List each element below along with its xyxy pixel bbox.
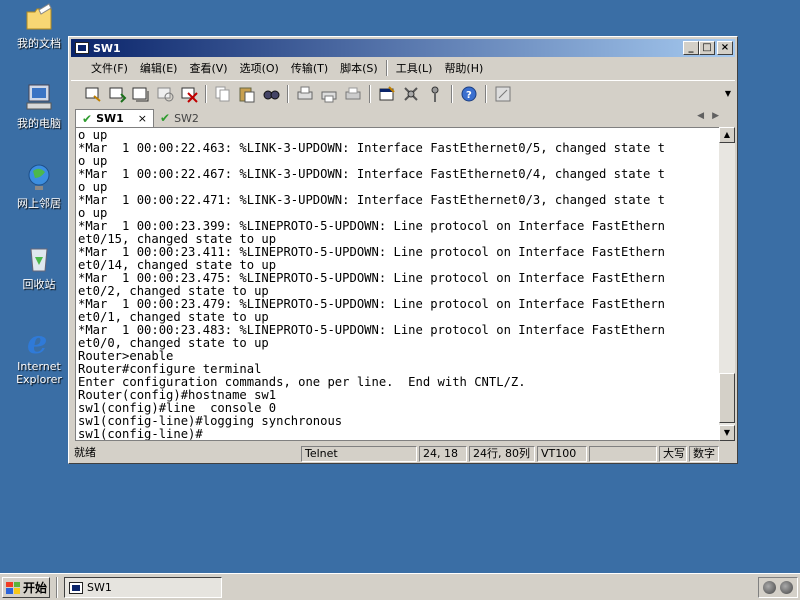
desktop-icon-my-documents[interactable]: 我的文档 <box>8 2 70 50</box>
quick-connect-icon[interactable] <box>107 84 127 104</box>
toolbar-separator <box>485 84 487 103</box>
disconnect-icon[interactable] <box>179 84 199 104</box>
desktop-icon-label: 我的文档 <box>17 37 61 50</box>
desktop-icon-label: 我的电脑 <box>17 117 61 130</box>
terminal-scrollbar[interactable]: ▲ ▼ <box>719 127 735 441</box>
status-caps: 大写 <box>659 446 687 462</box>
reconnect-icon[interactable] <box>155 84 175 104</box>
window-titlebar[interactable]: SW1 _ □ × <box>71 39 735 57</box>
scroll-down-arrow-icon[interactable]: ▼ <box>719 425 735 441</box>
taskbar: 开始 SW1 <box>0 573 800 600</box>
desktop-icon-recycle-bin[interactable]: 回收站 <box>8 243 70 291</box>
close-button[interactable]: × <box>717 41 733 55</box>
menu-view[interactable]: 查看(V) <box>183 58 233 78</box>
copy-icon[interactable] <box>213 84 233 104</box>
menubar: 文件(F) 编辑(E) 查看(V) 选项(O) 传输(T) 脚本(S) 工具(L… <box>71 58 735 78</box>
print-icon[interactable] <box>343 84 363 104</box>
windows-logo-icon <box>6 581 20 594</box>
status-ready: 就绪 <box>74 446 96 459</box>
status-protocol: Telnet <box>301 446 417 462</box>
status-num: 数字 <box>689 446 719 462</box>
start-button[interactable]: 开始 <box>2 577 50 598</box>
maximize-button[interactable]: □ <box>699 41 715 55</box>
find-icon[interactable] <box>261 84 281 104</box>
tab-sw1[interactable]: ✔ SW1 × <box>75 109 154 127</box>
tab-sw2[interactable]: ✔ SW2 <box>154 109 205 127</box>
desktop-icon-label: 网上邻居 <box>17 197 61 210</box>
desktop-icon-label: Internet Explorer <box>16 360 62 386</box>
terminal-app-icon <box>75 42 89 54</box>
recycle-bin-icon <box>23 243 55 275</box>
connect-icon[interactable] <box>83 84 103 104</box>
menu-transfer[interactable]: 传输(T) <box>285 58 334 78</box>
securecrt-window: SW1 _ □ × 文件(F) 编辑(E) 查看(V) 选项(O) 传输(T) … <box>68 36 738 464</box>
toolbar: ? ▼ <box>71 80 735 106</box>
scroll-up-arrow-icon[interactable]: ▲ <box>719 127 735 143</box>
tab-label: SW1 <box>96 112 124 125</box>
internet-explorer-icon: e <box>23 323 55 361</box>
network-status-icon[interactable] <box>780 581 793 594</box>
toolbar-separator <box>369 84 371 103</box>
network-places-icon <box>23 162 55 194</box>
my-documents-icon <box>23 2 55 34</box>
scrollbar-thumb[interactable] <box>719 373 735 423</box>
toolbar-separator <box>451 84 453 103</box>
paste-icon[interactable] <box>237 84 257 104</box>
taskbar-window-button[interactable]: SW1 <box>64 577 222 598</box>
status-emulation: VT100 <box>537 446 587 462</box>
toolbar-separator <box>205 84 207 103</box>
terminal-line: sw1(config-line)# <box>78 427 203 441</box>
session-tabs: ✔ SW1 × ✔ SW2 ◀▶ <box>71 108 735 127</box>
my-computer-icon <box>23 82 55 114</box>
close-tab-icon[interactable]: × <box>138 112 147 125</box>
toolbar-separator <box>287 84 289 103</box>
tab-label: SW2 <box>174 111 199 125</box>
terminal-line: *Mar 1 00:00:22.471: %LINK-3-UPDOWN: Int… <box>78 193 665 207</box>
desktop-icon-label: 回收站 <box>22 278 56 291</box>
toolbar-overflow-icon[interactable]: ▼ <box>725 89 731 98</box>
menu-script[interactable]: 脚本(S) <box>334 58 384 78</box>
desktop-icon-my-computer[interactable]: 我的电脑 <box>8 82 70 130</box>
terminal-line: et0/0, changed state to up <box>78 336 269 350</box>
taskbar-divider <box>56 577 58 598</box>
taskbar-window-label: SW1 <box>87 581 112 594</box>
window-title: SW1 <box>93 41 121 55</box>
desktop-icon-network-places[interactable]: 网上邻居 <box>8 162 70 210</box>
status-bar: 就绪 Telnet 24, 18 24行, 80列 VT100 大写 数字 <box>71 445 735 463</box>
minimize-button[interactable]: _ <box>683 41 699 55</box>
print-screen-icon[interactable] <box>295 84 315 104</box>
status-cursor-position: 24, 18 <box>419 446 467 462</box>
print-selection-icon[interactable] <box>319 84 339 104</box>
menu-edit[interactable]: 编辑(E) <box>134 58 184 78</box>
status-terminal-size: 24行, 80列 <box>469 446 535 462</box>
menu-file[interactable]: 文件(F) <box>85 58 134 78</box>
global-options-icon[interactable] <box>401 84 421 104</box>
menu-options[interactable]: 选项(O) <box>234 58 285 78</box>
start-label: 开始 <box>23 581 48 595</box>
terminal-screen[interactable]: o up *Mar 1 00:00:22.463: %LINK-3-UPDOWN:… <box>75 127 725 441</box>
tab-scroll-arrows-icon[interactable]: ◀▶ <box>697 111 727 121</box>
about-icon[interactable] <box>493 84 513 104</box>
connected-check-icon: ✔ <box>160 111 171 125</box>
terminal-output: o up *Mar 1 00:00:22.463: %LINK-3-UPDOWN:… <box>78 129 720 441</box>
menu-separator <box>385 60 388 76</box>
volume-icon[interactable] <box>763 581 776 594</box>
menu-tools[interactable]: 工具(L) <box>390 58 439 78</box>
terminal-app-icon <box>69 581 83 594</box>
menu-help[interactable]: 帮助(H) <box>438 58 489 78</box>
keymap-icon[interactable] <box>425 84 445 104</box>
connect-in-tab-icon[interactable] <box>131 84 151 104</box>
desktop-icon-internet-explorer[interactable]: e Internet Explorer <box>8 323 70 386</box>
svg-text:?: ? <box>466 90 472 101</box>
help-icon[interactable]: ? <box>459 84 479 104</box>
terminal-line: *Mar 1 00:00:22.467: %LINK-3-UPDOWN: Int… <box>78 167 665 181</box>
svg-text:e: e <box>27 325 47 357</box>
connected-check-icon: ✔ <box>82 111 93 126</box>
terminal-line: *Mar 1 00:00:22.463: %LINK-3-UPDOWN: Int… <box>78 141 665 155</box>
system-tray <box>758 577 798 598</box>
status-empty <box>589 446 657 462</box>
session-options-icon[interactable] <box>377 84 397 104</box>
